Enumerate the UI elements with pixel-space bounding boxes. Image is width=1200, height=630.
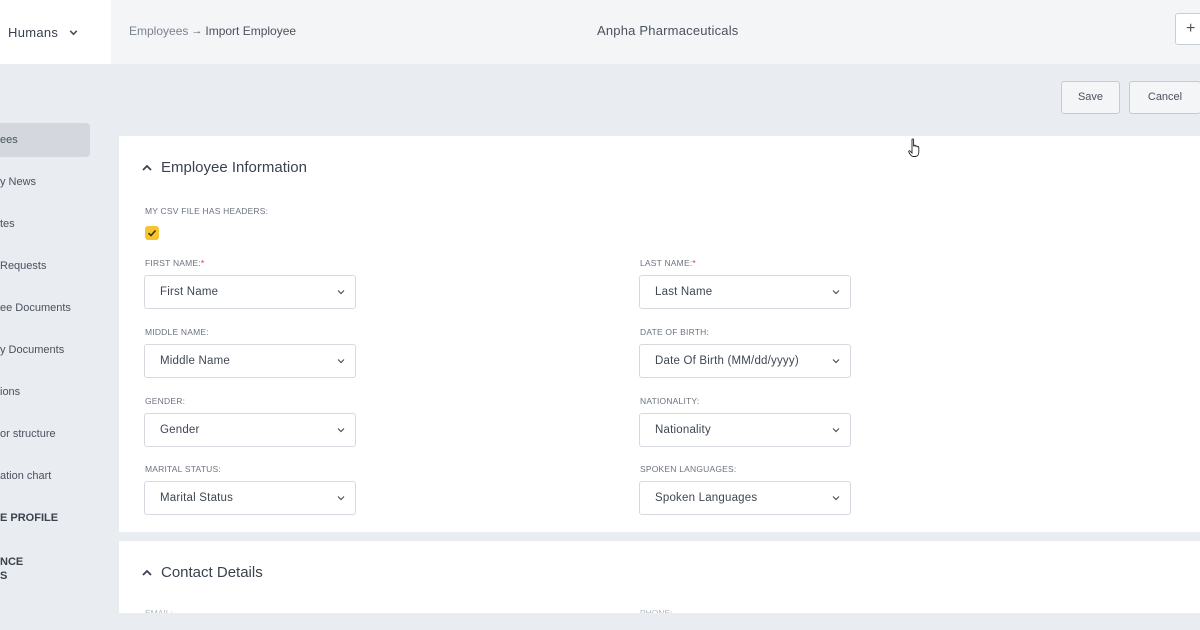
company-name: Anpha Pharmaceuticals xyxy=(597,23,739,38)
sidebar-item-employee-documents[interactable]: ee Documents xyxy=(0,291,90,325)
select-value: Marital Status xyxy=(160,492,234,504)
select-value: Gender xyxy=(160,424,200,436)
employee-information-panel: Employee Information MY CSV FILE HAS HEA… xyxy=(119,136,1200,532)
first-name-label-text: FIRST NAME: xyxy=(145,258,201,268)
chevron-down-icon xyxy=(832,496,840,501)
hand-pointer-icon xyxy=(908,138,920,157)
first-name-select[interactable]: First Name xyxy=(144,275,356,309)
sidebar: ees y News tes Requests ee Documents y D… xyxy=(0,64,111,630)
breadcrumb-current: Import Employee xyxy=(205,24,297,38)
chevron-down-icon xyxy=(337,496,345,501)
date-of-birth-label: DATE OF BIRTH: xyxy=(640,327,710,337)
chevron-up-icon xyxy=(142,569,152,576)
panel-title: Contact Details xyxy=(161,564,263,581)
select-value: Spoken Languages xyxy=(655,492,758,504)
middle-name-select[interactable]: Middle Name xyxy=(144,344,356,378)
breadcrumb: Employees → Import Employee xyxy=(129,24,296,38)
required-mark: * xyxy=(692,258,696,268)
chevron-down-icon xyxy=(832,290,840,295)
chevron-down-icon xyxy=(337,359,345,364)
select-value: First Name xyxy=(160,286,219,298)
sidebar-item-line2: S xyxy=(0,570,8,582)
sidebar-item-settings[interactable]: NCE S xyxy=(0,551,90,585)
select-value: Middle Name xyxy=(160,355,230,367)
last-name-label-text: LAST NAME: xyxy=(640,258,693,268)
chevron-up-icon xyxy=(142,164,152,171)
phone-label: PHONE: xyxy=(640,608,673,613)
chevron-down-icon xyxy=(832,359,840,364)
app-switcher[interactable]: Humans xyxy=(0,0,111,64)
select-value: Nationality xyxy=(655,424,711,436)
save-button[interactable]: Save xyxy=(1061,81,1120,114)
sidebar-item-structure[interactable]: or structure xyxy=(0,417,90,451)
sidebar-item-company-documents[interactable]: y Documents xyxy=(0,333,90,367)
chevron-down-icon xyxy=(832,428,840,433)
select-value: Last Name xyxy=(655,286,713,298)
required-mark: * xyxy=(200,258,205,268)
chevron-down-icon xyxy=(69,29,78,35)
marital-status-label: MARITAL STATUS: xyxy=(145,464,221,474)
check-icon xyxy=(147,229,157,237)
app-name: Humans xyxy=(8,24,59,40)
sidebar-item-organization-chart[interactable]: ation chart xyxy=(0,459,90,493)
spoken-languages-label: SPOKEN LANGUAGES: xyxy=(640,464,737,474)
sidebar-item-requests[interactable]: Requests xyxy=(0,249,90,283)
csv-headers-checkbox[interactable] xyxy=(145,226,159,240)
breadcrumb-arrow-icon: → xyxy=(191,25,203,37)
sidebar-item-employees[interactable]: ees xyxy=(0,123,90,157)
panel-title: Employee Information xyxy=(161,159,307,176)
csv-headers-label: MY CSV FILE HAS HEADERS: xyxy=(145,206,269,216)
contact-details-header[interactable]: Contact Details xyxy=(141,564,263,581)
gender-select[interactable]: Gender xyxy=(144,413,356,447)
sidebar-item-profile[interactable]: E PROFILE xyxy=(0,501,90,535)
breadcrumb-employees[interactable]: Employees xyxy=(129,24,188,38)
marital-status-select[interactable]: Marital Status xyxy=(144,481,356,515)
add-button[interactable]: + xyxy=(1175,13,1200,45)
sidebar-item-company-news[interactable]: y News xyxy=(0,165,90,199)
sidebar-item-positions[interactable]: ions xyxy=(0,375,90,409)
first-name-label: FIRST NAME:* xyxy=(145,258,204,268)
gender-label: GENDER: xyxy=(145,396,186,406)
chevron-down-icon xyxy=(337,428,345,433)
middle-name-label: MIDDLE NAME: xyxy=(145,327,209,337)
top-bar: Humans Employees → Import Employee Anpha… xyxy=(0,0,1200,64)
contact-details-panel: Contact Details EMAIL: PHONE: xyxy=(119,541,1200,613)
last-name-select[interactable]: Last Name xyxy=(639,275,851,309)
spoken-languages-select[interactable]: Spoken Languages xyxy=(639,481,851,515)
last-name-label: LAST NAME:* xyxy=(640,258,696,268)
select-value: Date Of Birth (MM/dd/yyyy) xyxy=(655,355,799,367)
date-of-birth-select[interactable]: Date Of Birth (MM/dd/yyyy) xyxy=(639,344,851,378)
employee-information-header[interactable]: Employee Information xyxy=(141,159,307,176)
cancel-button[interactable]: Cancel xyxy=(1129,81,1200,114)
sidebar-item-notes[interactable]: tes xyxy=(0,207,90,241)
chevron-down-icon xyxy=(337,290,345,295)
sidebar-item-line1: NCE xyxy=(0,556,24,568)
nationality-select[interactable]: Nationality xyxy=(639,413,851,447)
nationality-label: NATIONALITY: xyxy=(640,396,700,406)
email-label: EMAIL: xyxy=(145,608,173,613)
